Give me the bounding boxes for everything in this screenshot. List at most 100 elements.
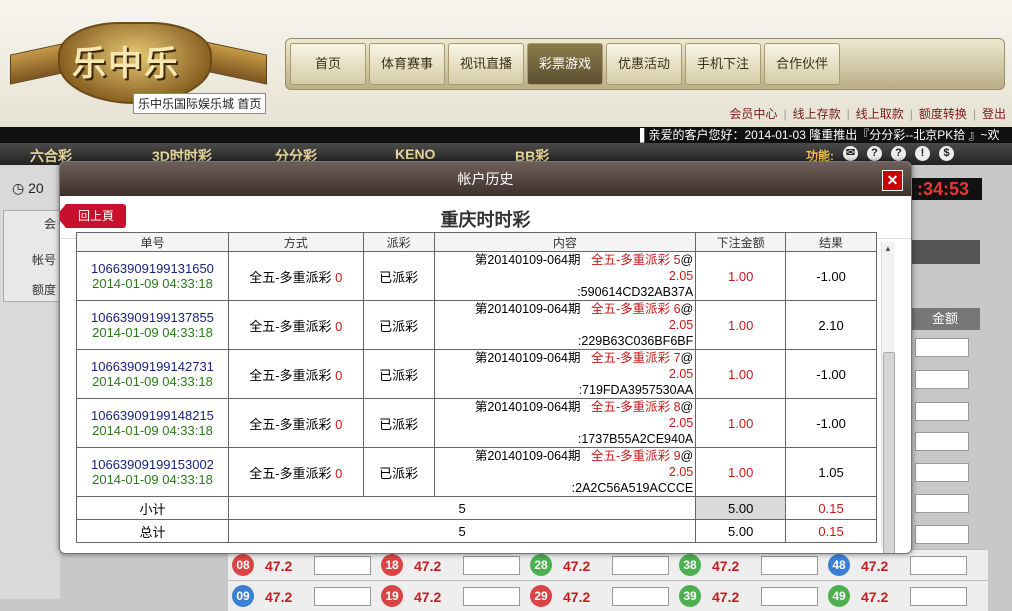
order-number[interactable]: 10663909199153002 xyxy=(77,457,228,472)
nav-item-5[interactable]: 手机下注 xyxy=(685,43,761,85)
nav-item-6[interactable]: 合作伙伴 xyxy=(764,43,840,85)
nav-item-3[interactable]: 彩票游戏 xyxy=(527,43,603,85)
number-ball: 19 xyxy=(381,585,403,607)
method-text: 全五-多重派彩 xyxy=(249,416,332,432)
bet-amount-input[interactable] xyxy=(612,556,669,575)
order-cell: 10663909199142731 2014-01-09 04:33:18 xyxy=(76,349,229,399)
function-icon-1[interactable]: ? xyxy=(867,146,882,161)
nav-item-2[interactable]: 视讯直播 xyxy=(448,43,524,85)
nav-item-0[interactable]: 首页 xyxy=(290,43,366,85)
result-cell: 2.10 xyxy=(785,300,877,350)
game-tab-3[interactable]: KENO xyxy=(395,146,435,162)
account-link-3[interactable]: 额度转换 xyxy=(919,107,967,121)
amount-input[interactable] xyxy=(915,338,969,357)
number-ball: 48 xyxy=(828,554,850,576)
history-table-scroll[interactable]: 单号 方式 派彩 内容 下注金额 结果 10663909199131650 201… xyxy=(76,232,894,548)
payout-cell: 已派彩 xyxy=(362,349,435,399)
bet-type: 全五-多重派彩 xyxy=(590,302,671,316)
amount-input[interactable] xyxy=(915,494,969,513)
amount-input[interactable] xyxy=(915,402,969,421)
function-icon-4[interactable]: $ xyxy=(939,146,954,161)
amount-input[interactable] xyxy=(915,432,969,451)
content-cell: 第20140109-064期 全五-多重派彩 7@ 2.05:719FDA3957… xyxy=(433,349,697,399)
account-link-4[interactable]: 登出 xyxy=(982,107,1006,121)
number-ball: 49 xyxy=(828,585,850,607)
order-date: 2014-01-09 04:33:18 xyxy=(92,423,213,438)
table-header-row: 单号 方式 派彩 内容 下注金额 结果 xyxy=(76,232,877,252)
amount-cell: 1.00 xyxy=(695,251,787,301)
at-sign: @ xyxy=(680,449,694,463)
method-text: 全五-多重派彩 xyxy=(249,318,332,334)
order-number[interactable]: 10663909199142731 xyxy=(77,359,228,374)
bet-type: 全五-多重派彩 xyxy=(590,253,671,267)
logo-ribbon-right xyxy=(205,41,267,85)
at-sign: @ xyxy=(680,351,694,365)
number-ball: 09 xyxy=(232,585,254,607)
ball-odds: 47.2 xyxy=(563,589,591,605)
bet-type: 全五-多重派彩 xyxy=(590,351,671,365)
number-ball: 29 xyxy=(530,585,552,607)
subtotal-label: 小计 xyxy=(76,496,229,520)
close-button[interactable]: ✕ xyxy=(882,170,903,191)
account-link-2[interactable]: 线上取款 xyxy=(856,107,904,121)
nav-item-1[interactable]: 体育赛事 xyxy=(369,43,445,85)
game-title: 重庆时时彩 xyxy=(440,210,531,230)
bet-amount-input[interactable] xyxy=(314,587,371,606)
scrollbar-thumb[interactable] xyxy=(883,352,895,553)
number-ball: 18 xyxy=(381,554,403,576)
bet-amount-input[interactable] xyxy=(463,556,520,575)
subtotal-amount: 5.00 xyxy=(695,496,787,520)
link-separator: | xyxy=(783,107,787,121)
amount-input[interactable] xyxy=(915,463,969,482)
site-header: 乐中乐 乐中乐国际娱乐城 首页 首页 体育赛事 视讯直播 彩票游戏 优惠活动 手机下注 合作… xyxy=(0,0,1012,128)
bet-amount-input[interactable] xyxy=(761,556,818,575)
ball-odds: 47.2 xyxy=(414,589,442,605)
bet-number: 6 xyxy=(673,302,681,316)
right-header-bar xyxy=(910,240,980,264)
bet-number: 9 xyxy=(673,449,681,463)
order-number[interactable]: 10663909199137855 xyxy=(77,310,228,325)
site-logo[interactable]: 乐中乐 xyxy=(10,18,267,104)
method-text: 全五-多重派彩 xyxy=(249,367,332,383)
period-text: 第20140109-064期 xyxy=(474,400,581,414)
function-icon-3[interactable]: ! xyxy=(915,146,930,161)
amount-cell: 1.00 xyxy=(695,349,787,399)
bet-type: 全五-多重派彩 xyxy=(590,400,671,414)
order-number[interactable]: 10663909199131650 xyxy=(77,261,228,276)
order-date: 2014-01-09 04:33:18 xyxy=(92,276,213,291)
order-number[interactable]: 10663909199148215 xyxy=(77,408,228,423)
function-icon-2[interactable]: ? xyxy=(891,146,906,161)
bet-amount-input[interactable] xyxy=(612,587,669,606)
function-icon-0[interactable]: ✉ xyxy=(843,146,858,161)
result-cell: -1.00 xyxy=(785,349,877,399)
ball-odds: 47.2 xyxy=(861,589,889,605)
bet-amount-input[interactable] xyxy=(314,556,371,575)
clock-text: 20 xyxy=(28,180,44,196)
bet-amount-input[interactable] xyxy=(910,587,967,606)
total-row: 总计 5 5.00 0.15 xyxy=(76,519,877,543)
period-text: 第20140109-064期 xyxy=(474,351,581,365)
main-nav: 首页 体育赛事 视讯直播 彩票游戏 优惠活动 手机下注 合作伙伴 xyxy=(285,38,1005,90)
method-cell: 全五-多重派彩 0 xyxy=(227,398,364,448)
bet-code: :2A2C56A519ACCCE xyxy=(571,481,694,495)
bet-amount-input[interactable] xyxy=(463,587,520,606)
result-cell: -1.00 xyxy=(785,251,877,301)
scroll-up-icon[interactable]: ▲ xyxy=(884,244,892,253)
bet-amount-input[interactable] xyxy=(761,587,818,606)
content-cell: 第20140109-064期 全五-多重派彩 9@ 2.05:2A2C56A519… xyxy=(433,447,697,497)
total-count: 5 xyxy=(227,519,697,543)
period-text: 第20140109-064期 xyxy=(474,449,581,463)
ball-odds: 47.2 xyxy=(265,589,293,605)
account-link-1[interactable]: 线上存款 xyxy=(793,107,841,121)
bet-code: :229B63C036BF6BF xyxy=(577,334,694,348)
bet-amount-input[interactable] xyxy=(910,556,967,575)
total-amount: 5.00 xyxy=(695,519,787,543)
bet-code: :1737B55A2CE940A xyxy=(577,432,694,446)
col-method: 方式 xyxy=(227,232,364,252)
amount-input[interactable] xyxy=(915,370,969,389)
table-scrollbar[interactable]: ▲ xyxy=(881,242,895,553)
link-separator: | xyxy=(972,107,976,121)
amount-input[interactable] xyxy=(915,525,969,544)
account-link-0[interactable]: 会员中心 xyxy=(729,107,777,121)
nav-item-4[interactable]: 优惠活动 xyxy=(606,43,682,85)
